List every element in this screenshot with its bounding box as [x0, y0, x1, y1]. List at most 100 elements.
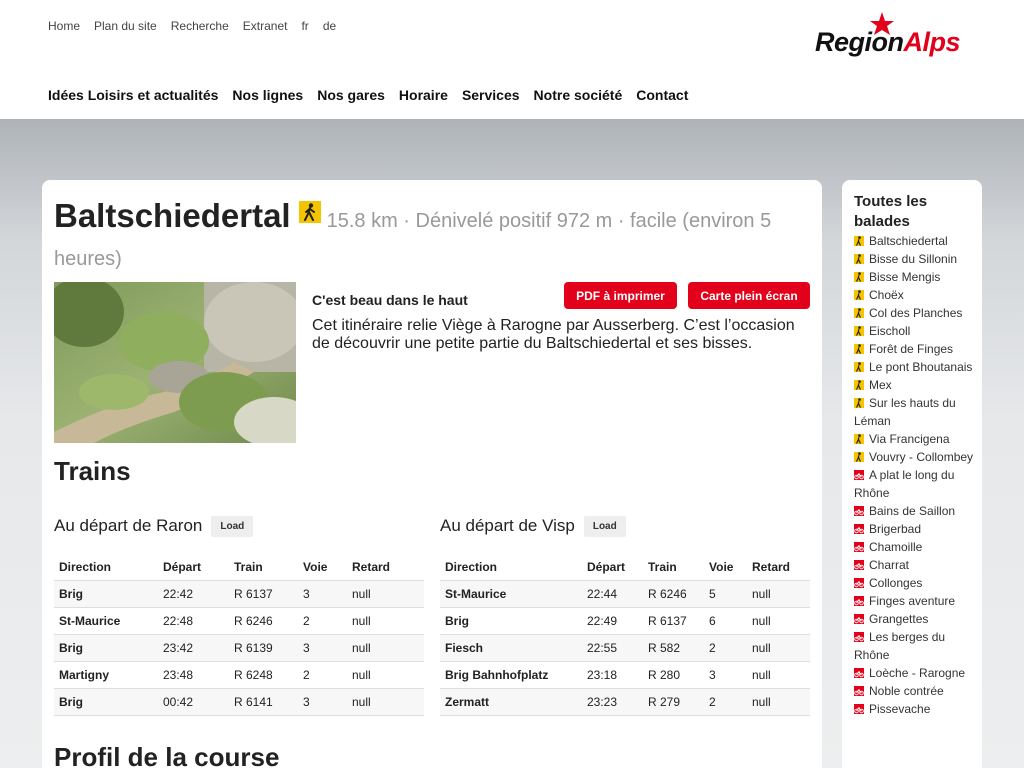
sidebar-walk-label: Mex: [869, 378, 892, 392]
sidebar-walk-label: Le pont Bhoutanais: [869, 360, 973, 374]
util-link-lang-de[interactable]: de: [323, 19, 336, 33]
col-depart: Départ: [158, 555, 229, 581]
util-link-home[interactable]: Home: [48, 19, 80, 33]
sidebar-walk-item[interactable]: Le pont Bhoutanais: [854, 358, 978, 376]
sidebar-walk-label: Vouvry - Collombey: [869, 450, 974, 464]
col-direction: Direction: [440, 555, 582, 581]
table-row: Zermatt 23:23 R 279 2 null: [440, 688, 810, 716]
util-link-extranet[interactable]: Extranet: [243, 19, 288, 33]
profile-heading: Profil de la course: [54, 742, 280, 768]
regionalps-logo[interactable]: RegionAlps: [815, 11, 985, 61]
hike-detail-card: Baltschiedertal 15.8 km · Dénivelé positi…: [42, 180, 822, 768]
nav-notre-societe[interactable]: Notre société: [534, 87, 623, 103]
bike-icon: [854, 470, 864, 480]
sidebar-walk-label: Chamoille: [869, 540, 923, 554]
sidebar-walk-label: Col des Planches: [869, 306, 963, 320]
util-link-search[interactable]: Recherche: [171, 19, 229, 33]
table-row: Fiesch 22:55 R 582 2 null: [440, 634, 810, 662]
cell-voie: 3: [298, 634, 347, 662]
sidebar-walk-item[interactable]: Bisse Mengis: [854, 268, 978, 286]
sidebar-walk-item[interactable]: Via Francigena: [854, 430, 978, 448]
sidebar-walk-item[interactable]: Bisse du Sillonin: [854, 250, 978, 268]
sidebar-walk-item[interactable]: Noble contrée: [854, 682, 978, 700]
fullscreen-map-button[interactable]: Carte plein écran: [688, 282, 810, 309]
cell-depart: 22:48: [158, 607, 229, 635]
sidebar-walk-item[interactable]: Collonges: [854, 574, 978, 592]
sidebar-walk-item[interactable]: Chamoille: [854, 538, 978, 556]
sidebar-walk-item[interactable]: Les berges du Rhône: [854, 628, 978, 664]
cell-train: R 6246: [229, 607, 298, 635]
nav-nos-gares[interactable]: Nos gares: [317, 87, 385, 103]
cell-retard: null: [747, 661, 810, 689]
sidebar-walk-label: Collonges: [869, 576, 923, 590]
bike-icon: [854, 614, 864, 624]
sidebar-walk-item[interactable]: Choëx: [854, 286, 978, 304]
cell-retard: null: [747, 688, 810, 716]
sidebar-walk-item[interactable]: Col des Planches: [854, 304, 978, 322]
hiker-icon: [854, 326, 864, 336]
sidebar-title: Toutes les balades: [854, 193, 928, 230]
pdf-print-button[interactable]: PDF à imprimer: [564, 282, 677, 309]
hiker-icon: [854, 452, 864, 462]
hiker-icon: [854, 344, 864, 354]
sidebar-walk-item[interactable]: Mex: [854, 376, 978, 394]
bike-icon: [854, 632, 864, 642]
cell-depart: 22:55: [582, 634, 643, 662]
cell-retard: null: [747, 607, 810, 635]
sidebar-walk-item[interactable]: Grangettes: [854, 610, 978, 628]
sidebar-walk-item[interactable]: Bains de Saillon: [854, 502, 978, 520]
sidebar-walk-label: Noble contrée: [869, 684, 944, 698]
hiker-icon: [854, 398, 864, 408]
table-row: St-Maurice 22:48 R 6246 2 null: [54, 607, 424, 635]
utility-nav: Home Plan du site Recherche Extranet fr …: [48, 19, 336, 33]
sidebar-walk-item[interactable]: A plat le long du Rhône: [854, 466, 978, 502]
logo-wordmark: RegionAlps: [815, 27, 961, 57]
sidebar-walk-item[interactable]: Charrat: [854, 556, 978, 574]
bike-icon: [854, 578, 864, 588]
sidebar-walk-item[interactable]: Eischoll: [854, 322, 978, 340]
cell-depart: 23:23: [582, 688, 643, 716]
sidebar-walk-item[interactable]: Finges aventure: [854, 592, 978, 610]
sidebar-walk-label: Baltschiedertal: [869, 234, 948, 248]
sidebar-walk-label: Choëx: [869, 288, 904, 302]
table-row: Martigny 23:48 R 6248 2 null: [54, 661, 424, 689]
hiker-icon: [854, 236, 864, 246]
load-raron-button[interactable]: Load: [211, 515, 254, 537]
sidebar-walk-item[interactable]: Forêt de Finges: [854, 340, 978, 358]
cell-train: R 6139: [229, 634, 298, 662]
nav-idees-loisirs[interactable]: Idées Loisirs et actualités: [48, 87, 218, 103]
cell-direction: St-Maurice: [54, 607, 158, 635]
nav-contact[interactable]: Contact: [636, 87, 688, 103]
cell-train: R 279: [643, 688, 704, 716]
nav-services[interactable]: Services: [462, 87, 520, 103]
departures-visp-title: Au départ de Visp: [440, 516, 575, 535]
cell-train: R 6137: [229, 580, 298, 608]
nav-horaire[interactable]: Horaire: [399, 87, 448, 103]
col-voie: Voie: [298, 555, 347, 581]
sidebar-walk-item[interactable]: Pissevache: [854, 700, 978, 718]
sidebar-walk-label: Pissevache: [869, 702, 931, 716]
sidebar-walk-label: A plat le long du Rhône: [854, 468, 955, 500]
load-visp-button[interactable]: Load: [583, 515, 626, 537]
sidebar-walk-item[interactable]: Loèche - Rarogne: [854, 664, 978, 682]
nav-nos-lignes[interactable]: Nos lignes: [232, 87, 303, 103]
cell-depart: 23:48: [158, 661, 229, 689]
cell-retard: null: [347, 634, 424, 662]
cell-direction: Brig: [54, 688, 158, 716]
col-direction: Direction: [54, 555, 158, 581]
util-link-lang-fr[interactable]: fr: [301, 19, 308, 33]
hiker-icon: [854, 308, 864, 318]
util-link-sitemap[interactable]: Plan du site: [94, 19, 157, 33]
cell-voie: 3: [298, 688, 347, 716]
hiker-icon: [298, 201, 321, 223]
cell-train: R 6248: [229, 661, 298, 689]
bike-icon: [854, 668, 864, 678]
sidebar-walk-item[interactable]: Brigerbad: [854, 520, 978, 538]
walk-list: Baltschiedertal Bisse du Sillonin Bisse Me…: [854, 232, 978, 718]
sidebar-walk-item[interactable]: Baltschiedertal: [854, 232, 978, 250]
bike-icon: [854, 560, 864, 570]
sidebar-walk-label: Bains de Saillon: [869, 504, 956, 518]
hiker-icon: [854, 362, 864, 372]
sidebar-walk-item[interactable]: Vouvry - Collombey: [854, 448, 978, 466]
sidebar-walk-item[interactable]: Sur les hauts du Léman: [854, 394, 978, 430]
